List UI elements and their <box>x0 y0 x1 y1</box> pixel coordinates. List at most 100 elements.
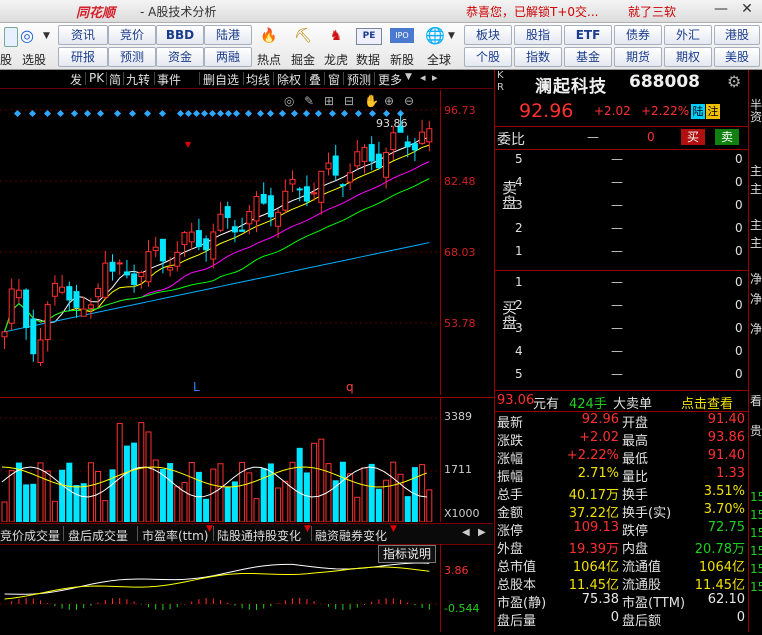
order-book-row[interactable]: 5 — 0 <box>495 152 749 175</box>
chart-tool-icon[interactable]: ⊕ <box>384 94 394 108</box>
event-marker[interactable] <box>340 109 349 118</box>
indicator-svg[interactable] <box>0 544 440 632</box>
event-marker[interactable] <box>128 109 137 118</box>
chart-tool-icon[interactable]: ⊞ <box>324 94 334 108</box>
chart-tool-icon[interactable]: ◎ <box>284 94 294 108</box>
order-book-row[interactable]: 2 — 0 <box>495 298 749 321</box>
gear-icon[interactable]: ⚙ <box>727 72 741 91</box>
tool-zhaiquan[interactable]: 债券 <box>614 25 662 45</box>
sell-button[interactable]: 卖 <box>715 129 739 145</box>
menu-pk[interactable]: PK <box>89 71 104 85</box>
xuangu-button[interactable]: 选股 <box>16 51 52 68</box>
tool-redian[interactable]: 热点 <box>251 51 287 68</box>
chart-tool-icon[interactable]: ⊟ <box>344 94 354 108</box>
event-marker[interactable] <box>278 109 287 118</box>
kr-tab[interactable]: KR <box>497 70 507 94</box>
tool-liangrong[interactable]: 两融 <box>204 47 252 67</box>
tool-gegu[interactable]: 个股 <box>464 47 512 67</box>
event-marker[interactable] <box>368 109 377 118</box>
globe-icon[interactable]: 🌐 <box>423 26 447 46</box>
tab-lugutong[interactable]: 陆股通持股变化 <box>217 527 301 544</box>
tab-pe-ttm[interactable]: 市盈率(ttm) <box>142 527 208 544</box>
menu-die[interactable]: 叠 <box>309 71 321 88</box>
arrow-right-icon[interactable]: ▸ <box>432 71 438 84</box>
event-marker[interactable] <box>328 109 337 118</box>
event-marker[interactable] <box>232 109 241 118</box>
event-marker[interactable] <box>244 109 253 118</box>
menu-chuquan[interactable]: 除权 <box>277 71 301 88</box>
event-marker[interactable] <box>200 109 209 118</box>
event-marker[interactable] <box>184 109 193 118</box>
event-marker[interactable] <box>143 109 152 118</box>
order-book-row[interactable]: 1 — 0 <box>495 244 749 267</box>
lu-badge[interactable]: 陆 <box>691 104 705 119</box>
menu-fa[interactable]: 发 <box>70 71 82 88</box>
stock-tool-label[interactable]: 股 <box>0 51 12 68</box>
tool-meigu[interactable]: 美股 <box>714 47 760 67</box>
event-marker[interactable] <box>113 109 122 118</box>
order-book-row[interactable]: 3 — 0 <box>495 321 749 344</box>
event-marker[interactable] <box>302 109 311 118</box>
event-marker[interactable] <box>256 109 265 118</box>
tool-qiquan[interactable]: 期权 <box>664 47 712 67</box>
ipo-icon[interactable]: IPO <box>390 28 414 43</box>
tool-quanqiu[interactable]: 全球 <box>421 51 457 68</box>
tool-waihui[interactable]: 外汇 <box>664 25 712 45</box>
tool-ganggu[interactable]: 港股 <box>714 25 760 45</box>
event-marker[interactable] <box>290 109 299 118</box>
event-marker[interactable] <box>266 109 275 118</box>
tool-yanbao[interactable]: 研报 <box>58 47 108 67</box>
chevron-down-icon[interactable]: ▼ <box>448 31 455 41</box>
menu-shanzixuan[interactable]: 删自选 <box>203 71 239 88</box>
event-marker[interactable] <box>314 109 323 118</box>
tool-xingu[interactable]: 新股 <box>384 51 420 68</box>
tool-jingjia[interactable]: 竞价 <box>108 25 156 45</box>
tool-juejin[interactable]: 掘金 <box>285 51 321 68</box>
tool-guzhi[interactable]: 股指 <box>514 25 562 45</box>
zhu-badge[interactable]: 注 <box>706 104 720 119</box>
event-marker[interactable] <box>216 109 225 118</box>
tab-panhou-volume[interactable]: 盘后成交量 <box>68 527 128 544</box>
promo-link[interactable]: 恭喜您，已解锁T+0交... <box>466 3 598 20</box>
tab-rongzi[interactable]: 融资融券变化 <box>315 527 387 544</box>
pe-icon[interactable]: PE <box>356 28 382 45</box>
menu-junxian[interactable]: 均线 <box>246 71 270 88</box>
chevron-down-icon[interactable]: ▼ <box>43 31 50 41</box>
magnify-chart-icon[interactable]: ◎ <box>20 26 42 46</box>
close-button[interactable]: ✕ <box>738 1 756 19</box>
menu-jiuzhuan[interactable]: 九转 <box>126 71 150 88</box>
tool-qihuo[interactable]: 期货 <box>614 47 662 67</box>
menu-yuce[interactable]: 预测 <box>347 71 371 88</box>
buy-button[interactable]: 买 <box>681 129 705 145</box>
arrow-left-icon[interactable]: ◂ <box>420 71 426 84</box>
tool-zixun[interactable]: 资讯 <box>58 25 108 45</box>
event-marker[interactable] <box>43 109 52 118</box>
indicator-explain-button[interactable]: 指标说明 <box>378 545 436 563</box>
hot-icon[interactable]: 🔥 <box>257 26 281 46</box>
menu-shijian[interactable]: 事件 <box>157 71 181 88</box>
tab-jingjia-volume[interactable]: 竞价成交量 <box>0 527 60 544</box>
order-book-row[interactable]: 2 — 0 <box>495 221 749 244</box>
chevron-down-icon[interactable]: ▼ <box>405 72 412 82</box>
event-marker[interactable] <box>56 109 65 118</box>
event-marker[interactable] <box>70 109 79 118</box>
order-book-row[interactable]: 5 — 0 <box>495 367 749 390</box>
minimize-button[interactable]: — <box>712 1 730 19</box>
panel-icon[interactable] <box>4 27 18 47</box>
event-marker[interactable] <box>176 109 185 118</box>
event-marker[interactable] <box>192 109 201 118</box>
menu-jian[interactable]: 简 <box>109 71 121 88</box>
big-order-ticker[interactable]: 93.06 元有 424手 大卖单 点击查看 <box>495 390 749 412</box>
event-marker[interactable] <box>224 109 233 118</box>
promo-link-2[interactable]: 就了三软 <box>628 3 676 20</box>
tool-zijin[interactable]: 资金 <box>156 47 204 67</box>
event-marker[interactable] <box>158 109 167 118</box>
chart-tool-icon[interactable]: ⊖ <box>404 94 414 108</box>
order-book-row[interactable]: 4 — 0 <box>495 175 749 198</box>
tool-shuju[interactable]: 数据 <box>350 51 386 68</box>
menu-gengduo[interactable]: 更多 <box>378 71 402 88</box>
event-marker[interactable] <box>354 109 363 118</box>
arrow-left-icon[interactable]: ◀ <box>462 527 470 538</box>
tool-zhishu[interactable]: 指数 <box>514 47 562 67</box>
dragon-icon[interactable]: ♞ <box>324 26 348 46</box>
